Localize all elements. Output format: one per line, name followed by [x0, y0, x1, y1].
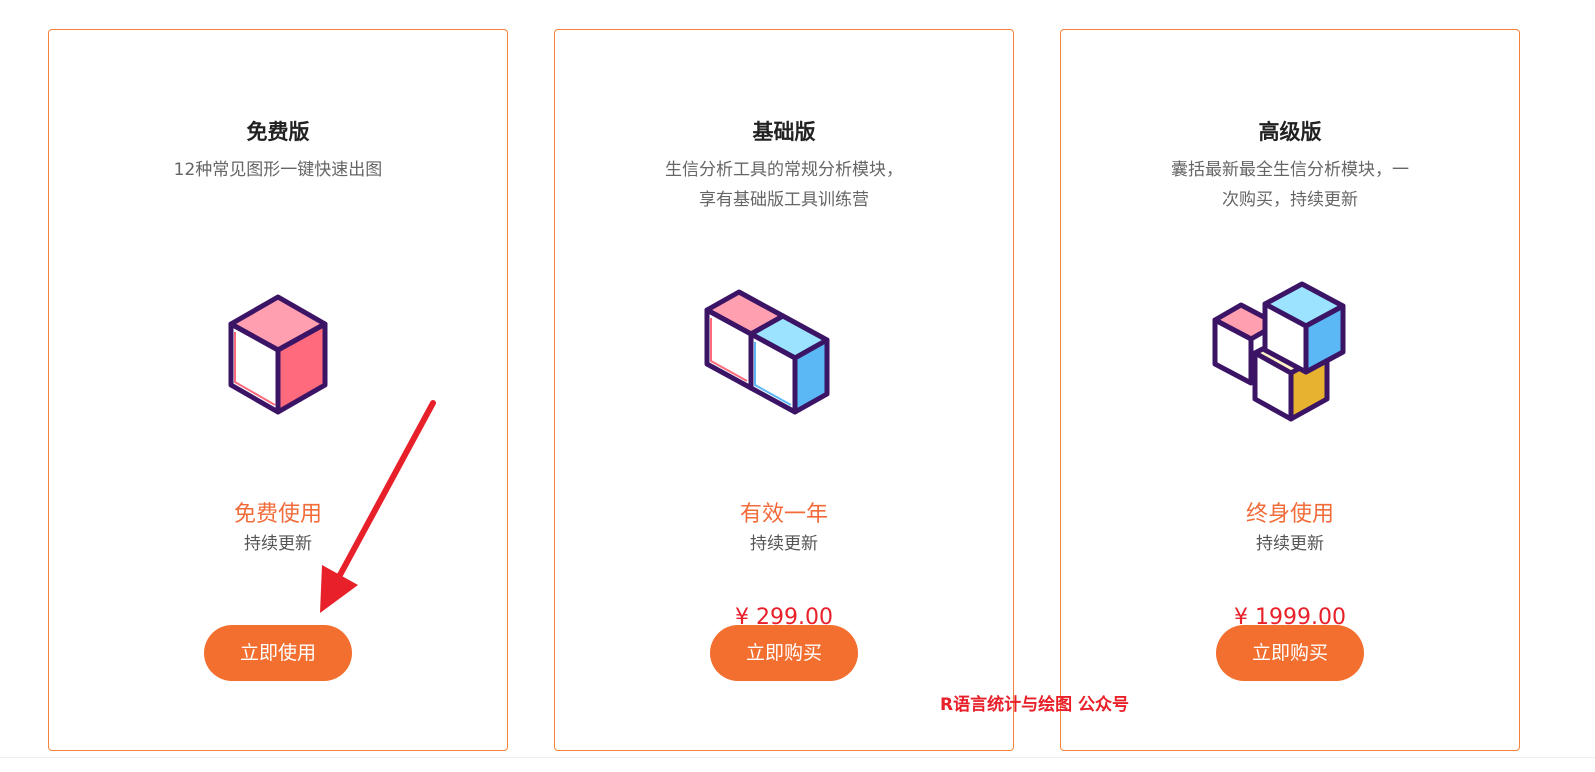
plan-title: 免费版 — [246, 120, 310, 144]
watermark-text: R语言统计与绘图 公众号 — [940, 695, 1130, 715]
plan-update-note: 持续更新 — [750, 534, 818, 554]
buy-now-button[interactable]: 立即购买 — [1216, 625, 1364, 681]
plan-title: 基础版 — [752, 120, 816, 144]
triple-cube-icon — [1205, 262, 1375, 432]
plan-card-free: 免费版 12种常见图形一键快速出图 免费使用 持续更新 立即使用 — [48, 29, 508, 751]
double-cube-icon — [699, 262, 869, 432]
plan-description: 12种常见图形一键快速出图 — [173, 160, 383, 180]
bottom-divider — [0, 757, 1595, 758]
plan-validity: 有效一年 — [739, 502, 828, 527]
plan-update-note: 持续更新 — [1256, 534, 1324, 554]
plan-card-premium: 高级版 囊括最新最全生信分析模块，一次购买，持续更新 终身使用 持续更新 ¥ 1… — [1060, 29, 1520, 751]
plan-card-basic: 基础版 生信分析工具的常规分析模块， 享有基础版工具训练营 有效一年 持续更新 … — [554, 29, 1014, 751]
buy-now-button[interactable]: 立即购买 — [710, 625, 858, 681]
plan-validity: 终身使用 — [1245, 502, 1334, 527]
red-arrow-icon — [300, 395, 450, 620]
plan-description: 囊括最新最全生信分析模块，一次购买，持续更新 — [1171, 160, 1409, 210]
use-now-button[interactable]: 立即使用 — [204, 625, 352, 681]
pricing-page: 免费版 12种常见图形一键快速出图 免费使用 持续更新 立即使用 基础版 生信分… — [0, 0, 1595, 772]
plan-title: 高级版 — [1258, 120, 1322, 144]
plan-description: 生信分析工具的常规分析模块， 享有基础版工具训练营 — [665, 160, 903, 210]
